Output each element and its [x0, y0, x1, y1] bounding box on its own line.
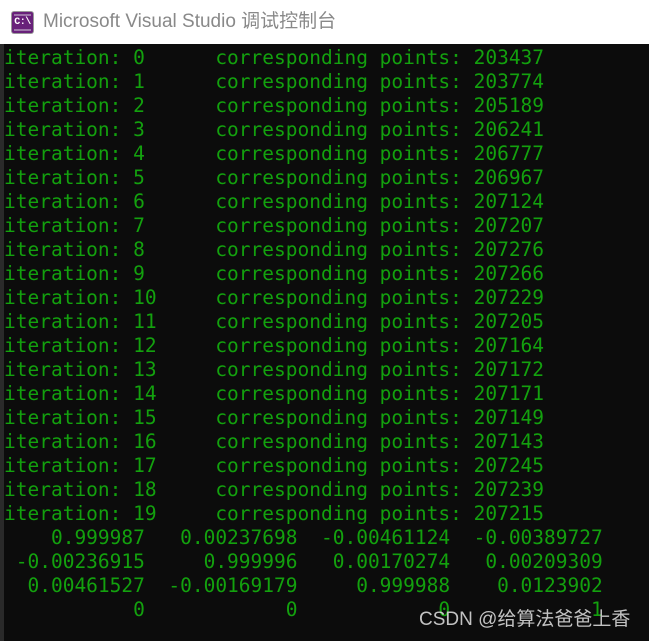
- icon-prompt-glyph: C:\: [14, 16, 31, 28]
- console-text-buffer: iteration: 0 corresponding points: 20343…: [4, 46, 649, 622]
- console-line: iteration: 19 corresponding points: 2072…: [4, 502, 545, 525]
- title-bar[interactable]: C:\ Microsoft Visual Studio 调试控制台: [0, 0, 649, 44]
- console-window: C:\ Microsoft Visual Studio 调试控制台 iterat…: [0, 0, 649, 641]
- icon-bottom-strip: [14, 28, 31, 31]
- console-line: iteration: 10 corresponding points: 2072…: [4, 286, 545, 309]
- console-line: iteration: 17 corresponding points: 2072…: [4, 454, 545, 477]
- console-line: iteration: 15 corresponding points: 2071…: [4, 406, 545, 429]
- console-line: iteration: 2 corresponding points: 20518…: [4, 94, 545, 117]
- console-line: iteration: 8 corresponding points: 20727…: [4, 238, 545, 261]
- console-line: iteration: 18 corresponding points: 2072…: [4, 478, 545, 501]
- console-line: -0.00236915 0.999996 0.00170274 0.002093…: [4, 550, 603, 573]
- console-line: iteration: 3 corresponding points: 20624…: [4, 118, 545, 141]
- console-output-surface[interactable]: iteration: 0 corresponding points: 20343…: [0, 44, 649, 641]
- console-line: 0.999987 0.00237698 -0.00461124 -0.00389…: [4, 526, 603, 549]
- console-line: 0.00461527 -0.00169179 0.999988 0.012390…: [4, 574, 603, 597]
- console-line: iteration: 6 corresponding points: 20712…: [4, 190, 545, 213]
- console-line: iteration: 13 corresponding points: 2071…: [4, 358, 545, 381]
- console-line: iteration: 1 corresponding points: 20377…: [4, 70, 545, 93]
- csdn-watermark: CSDN @给算法爸爸上香: [419, 609, 631, 630]
- window-title: Microsoft Visual Studio 调试控制台: [43, 11, 337, 32]
- console-line: iteration: 9 corresponding points: 20726…: [4, 262, 545, 285]
- console-line: iteration: 4 corresponding points: 20677…: [4, 142, 545, 165]
- console-line: iteration: 7 corresponding points: 20720…: [4, 214, 545, 237]
- console-line: iteration: 5 corresponding points: 20696…: [4, 166, 545, 189]
- console-line: iteration: 14 corresponding points: 2071…: [4, 382, 545, 405]
- console-line: iteration: 0 corresponding points: 20343…: [4, 46, 545, 69]
- console-line: iteration: 12 corresponding points: 2071…: [4, 334, 545, 357]
- console-line: iteration: 16 corresponding points: 2071…: [4, 430, 545, 453]
- console-line: iteration: 11 corresponding points: 2072…: [4, 310, 545, 333]
- console-app-icon: C:\: [12, 11, 33, 33]
